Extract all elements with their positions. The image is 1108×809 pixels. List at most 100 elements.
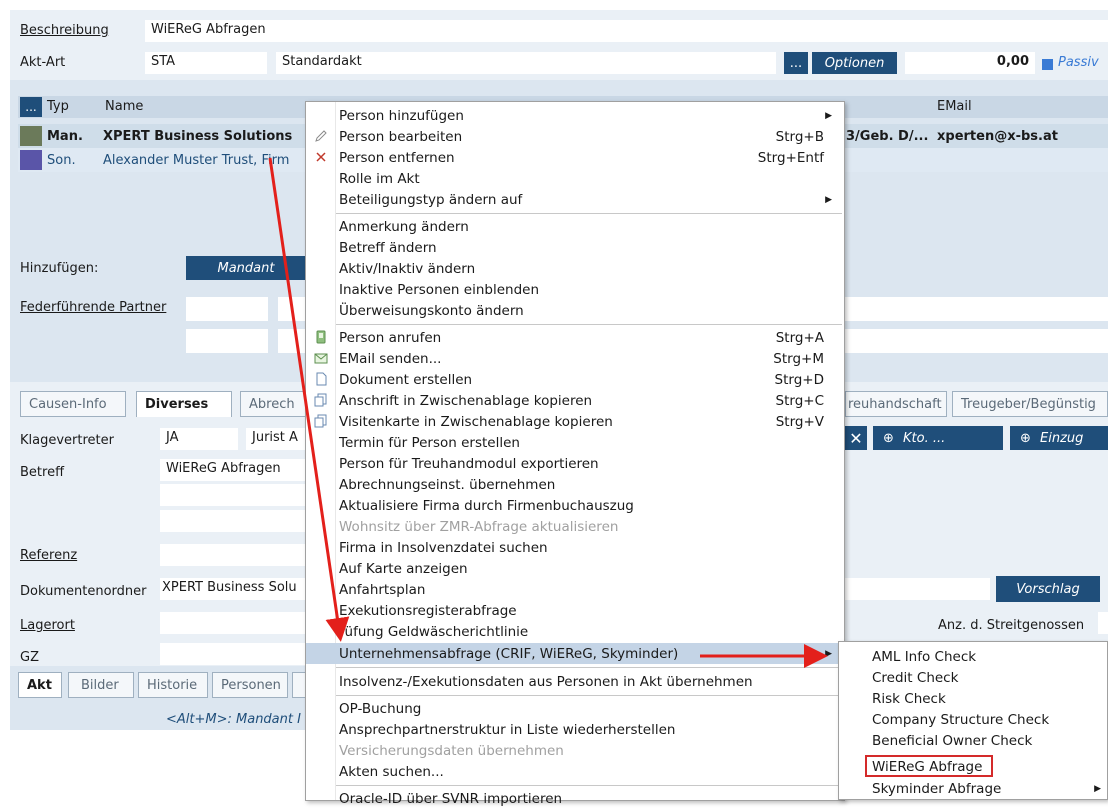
menu-item-ueberweisungskonto[interactable]: Überweisungskonto ändern	[306, 300, 844, 321]
gz-input[interactable]	[160, 643, 306, 665]
tab-causen-info[interactable]: Causen-Info	[20, 391, 126, 417]
betreff-line-2[interactable]	[160, 484, 306, 506]
menu-item-abrechnungseinst[interactable]: Abrechnungseinst. übernehmen	[306, 474, 844, 495]
submenu-item-wiereg-abfrage[interactable]: WiEReG Abfrage	[839, 756, 1107, 777]
menu-item-label: Insolvenz-/Exekutionsdaten aus Personen …	[339, 673, 753, 690]
partner-field[interactable]	[186, 329, 268, 353]
tab-personen[interactable]: Personen	[212, 672, 288, 698]
menu-item-treuhandmodul[interactable]: Person für Treuhandmodul exportieren	[306, 453, 844, 474]
menu-item-karte[interactable]: Auf Karte anzeigen	[306, 558, 844, 579]
partner-field[interactable]	[278, 329, 306, 353]
grid-col-typ[interactable]: Typ	[47, 99, 69, 114]
submenu-item-beneficial-owner[interactable]: Beneficial Owner Check	[839, 730, 1107, 751]
tab-treugeber[interactable]: Treugeber/Begünstig	[952, 391, 1108, 417]
tab-historie[interactable]: Historie	[138, 672, 208, 698]
submenu-item-label: AML Info Check	[872, 648, 977, 665]
streitgenossen-input[interactable]	[1098, 612, 1108, 634]
dokumentenordner-input[interactable]: XPERT Business Solu	[160, 578, 306, 600]
menu-item-exekutionsregister[interactable]: Exekutionsregisterabfrage	[306, 600, 844, 621]
referenz-label: Referenz	[20, 548, 78, 563]
submenu-item-aml-info-check[interactable]: AML Info Check	[839, 646, 1107, 667]
menu-item-dokument-erstellen[interactable]: Dokument erstellen Strg+D	[306, 369, 844, 390]
menu-item-zmr-abfrage[interactable]: Wohnsitz über ZMR-Abfrage aktualisieren	[306, 516, 844, 537]
menu-item-oracle-id[interactable]: Oracle-ID über SVNR importieren	[306, 788, 844, 809]
menu-item-firmenbuchauszug[interactable]: Aktualisiere Firma durch Firmenbuchauszu…	[306, 495, 844, 516]
einzug-button[interactable]: ⊕ Einzug	[1010, 426, 1108, 450]
menu-item-insolvenz-exekution[interactable]: Insolvenz-/Exekutionsdaten aus Personen …	[306, 671, 844, 692]
row-typ: Man.	[47, 129, 83, 144]
menu-item-beteiligungstyp[interactable]: Beteiligungstyp ändern auf ▶	[306, 189, 844, 210]
submenu-item-credit-check[interactable]: Credit Check	[839, 667, 1107, 688]
menu-item-person-bearbeiten[interactable]: Person bearbeiten Strg+B	[306, 126, 844, 147]
klagevertreter-input[interactable]: JA	[160, 428, 238, 450]
phone-icon	[316, 330, 326, 344]
menu-item-ansprechpartner[interactable]: Ansprechpartnerstruktur in Liste wiederh…	[306, 719, 844, 740]
menu-item-email-senden[interactable]: EMail senden... Strg+M	[306, 348, 844, 369]
dokumentenordner-label: Dokumentenordner	[20, 584, 147, 599]
menu-item-person-entfernen[interactable]: Person entfernen Strg+Entf	[306, 147, 844, 168]
menu-item-person-anrufen[interactable]: Person anrufen Strg+A	[306, 327, 844, 348]
betreff-input[interactable]: WiEReG Abfragen	[160, 459, 306, 481]
tab-diverses[interactable]: Diverses	[136, 391, 232, 417]
menu-item-akten-suchen[interactable]: Akten suchen...	[306, 761, 844, 782]
vorschlag-button[interactable]: Vorschlag	[996, 576, 1100, 602]
menu-item-label: OP-Buchung	[339, 700, 422, 717]
tab-more[interactable]	[292, 672, 306, 698]
partner-field[interactable]	[278, 297, 306, 321]
submenu-item-risk-check[interactable]: Risk Check	[839, 688, 1107, 709]
menu-item-aktiv-inaktiv[interactable]: Aktiv/Inaktiv ändern	[306, 258, 844, 279]
dokumentenordner-extra[interactable]	[845, 578, 990, 600]
grid-col-email[interactable]: EMail	[937, 99, 972, 114]
menu-item-insolvenzdatei[interactable]: Firma in Insolvenzdatei suchen	[306, 537, 844, 558]
submenu-item-label: Skyminder Abfrage	[872, 780, 1002, 797]
submenu-item-skyminder-abfrage[interactable]: Skyminder Abfrage ▶	[839, 778, 1107, 799]
referenz-input[interactable]	[160, 544, 306, 566]
menu-item-label: Person anrufen	[339, 329, 442, 346]
menu-item-versicherungsdaten[interactable]: Versicherungsdaten übernehmen	[306, 740, 844, 761]
aktart-name-input[interactable]: Standardakt	[276, 52, 776, 74]
einzug-button-label: Einzug	[1040, 430, 1084, 446]
close-icon[interactable]: ✕	[845, 426, 867, 450]
aktart-dots-button[interactable]: ...	[784, 52, 808, 74]
tab-bilder[interactable]: Bilder	[68, 672, 134, 698]
betreff-line-3[interactable]	[160, 510, 306, 532]
menu-item-visitenkarte-kopieren[interactable]: Visitenkarte in Zwischenablage kopieren S…	[306, 411, 844, 432]
grid-col-name[interactable]: Name	[105, 99, 143, 114]
partner-field[interactable]	[845, 297, 1108, 321]
menu-item-anmerkung[interactable]: Anmerkung ändern	[306, 216, 844, 237]
klagevertreter-label: Klagevertreter	[20, 433, 114, 448]
lagerort-input[interactable]	[160, 612, 306, 634]
menu-item-anfahrtsplan[interactable]: Anfahrtsplan	[306, 579, 844, 600]
menu-item-unternehmensabfrage[interactable]: Unternehmensabfrage (CRIF, WiEReG, Skymi…	[306, 643, 844, 664]
menu-item-label: Rolle im Akt	[339, 170, 420, 187]
tab-treuhandschaft[interactable]: reuhandschaft	[845, 391, 947, 417]
passiv-checkbox[interactable]	[1042, 59, 1053, 70]
aktart-code-input[interactable]: STA	[145, 52, 267, 74]
submenu-item-company-structure[interactable]: Company Structure Check	[839, 709, 1107, 730]
menu-item-betreff[interactable]: Betreff ändern	[306, 237, 844, 258]
menu-item-person-hinzufuegen[interactable]: Person hinzufügen ▶	[306, 105, 844, 126]
menu-item-geldwaesche[interactable]: rüfung Geldwäscherichtlinie	[306, 621, 844, 642]
gz-label: GZ	[20, 650, 39, 665]
add-mandant-button[interactable]: Mandant	[186, 256, 306, 280]
menu-item-rolle-im-akt[interactable]: Rolle im Akt	[306, 168, 844, 189]
submenu-arrow-icon: ▶	[825, 648, 832, 659]
jurist-input[interactable]: Jurist A	[246, 428, 306, 450]
menu-item-termin[interactable]: Termin für Person erstellen	[306, 432, 844, 453]
menu-item-label: Anmerkung ändern	[339, 218, 469, 235]
partner-field[interactable]	[186, 297, 268, 321]
optionen-button[interactable]: Optionen	[812, 52, 897, 74]
kto-button[interactable]: ⊕ Kto. ...	[873, 426, 1003, 450]
menu-item-shortcut: Strg+D	[774, 371, 824, 388]
menu-item-anschrift-kopieren[interactable]: Anschrift in Zwischenablage kopieren Strg…	[306, 390, 844, 411]
menu-item-inaktive-personen[interactable]: Inaktive Personen einblenden	[306, 279, 844, 300]
partner-field[interactable]	[845, 329, 1108, 353]
menu-item-label: Abrechnungseinst. übernehmen	[339, 476, 556, 493]
tab-abrechnung[interactable]: Abrech	[240, 391, 306, 417]
aktart-label: Akt-Art	[20, 55, 66, 70]
menu-item-op-buchung[interactable]: OP-Buchung	[306, 698, 844, 719]
amount-field[interactable]: 0,00	[905, 52, 1035, 74]
grid-dots-button[interactable]: ...	[20, 97, 42, 117]
beschreibung-input[interactable]: WiEReG Abfragen	[145, 20, 1108, 42]
tab-akt[interactable]: Akt	[18, 672, 62, 698]
